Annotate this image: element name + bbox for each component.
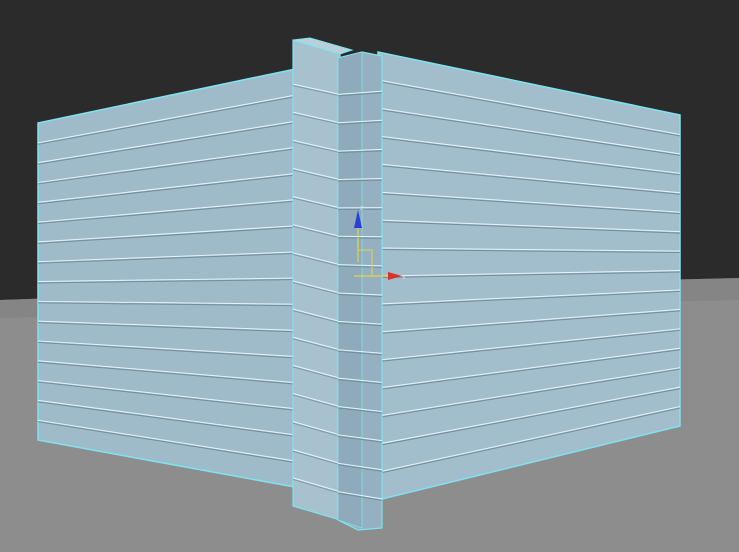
left-wall[interactable] bbox=[37, 67, 301, 489]
viewport-scene[interactable]: z x bbox=[0, 0, 739, 552]
corner-post-front-face bbox=[292, 39, 341, 521]
gizmo-z-label: z bbox=[360, 204, 364, 212]
gizmo-x-label: x bbox=[402, 273, 406, 281]
corner-post-back[interactable] bbox=[337, 51, 383, 531]
post-back-log-seam bbox=[337, 235, 383, 238]
left-wall-face bbox=[37, 67, 301, 489]
post-back-log-seam-shadow bbox=[337, 237, 383, 239]
right-wall[interactable] bbox=[377, 51, 681, 501]
right-wall-face bbox=[377, 51, 681, 501]
3d-viewport[interactable]: z x bbox=[0, 0, 739, 552]
